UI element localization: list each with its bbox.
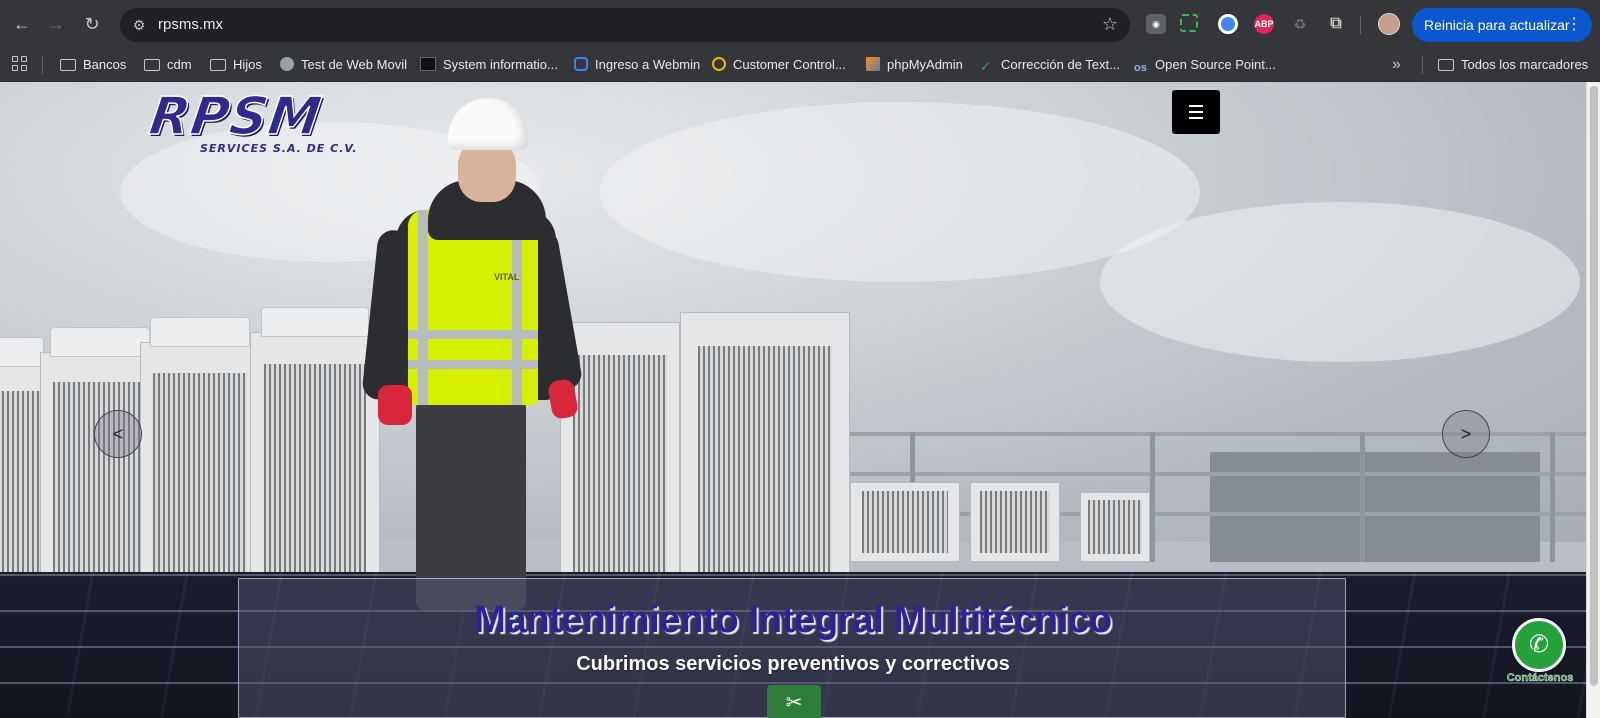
- forward-icon[interactable]: →: [44, 12, 68, 36]
- slider-prev-button[interactable]: <: [94, 410, 142, 458]
- update-button-label: Reinicia para actualizar: [1424, 17, 1570, 33]
- bookmark-label: phpMyAdmin: [887, 57, 963, 72]
- bookmark-open-source-point[interactable]: os Open Source Point...: [1134, 56, 1276, 74]
- update-button[interactable]: Reinicia para actualizar ⋮: [1412, 8, 1592, 42]
- bookmark-system-information[interactable]: System informatio...: [420, 56, 558, 74]
- worker-figure: VITAL: [360, 90, 584, 610]
- bookmark-test-web-movil[interactable]: Test de Web Movil: [280, 56, 407, 74]
- cloud-icon: [712, 57, 726, 71]
- tools-icon-button[interactable]: ✂: [767, 685, 821, 718]
- address-bar[interactable]: ⚙ rpsms.mx ☆: [120, 8, 1130, 42]
- folder-icon: [210, 59, 226, 71]
- checkmark-icon: ✓: [980, 59, 991, 74]
- scrollbar-thumb[interactable]: [1590, 86, 1598, 686]
- bookmarks-divider: [42, 56, 43, 74]
- phpmyadmin-icon: [866, 57, 880, 71]
- bookmark-cdm[interactable]: cdm: [144, 56, 192, 74]
- back-icon[interactable]: ←: [10, 12, 34, 36]
- bookmark-star-icon[interactable]: ☆: [1102, 14, 1118, 35]
- slider-next-button[interactable]: >: [1442, 410, 1490, 458]
- hero-title: Mantenimiento Integral Multitécnico: [474, 599, 1112, 641]
- bookmark-label: Ingreso a Webmin: [595, 57, 701, 72]
- more-bookmarks-icon[interactable]: »: [1392, 56, 1401, 74]
- hero-subtitle: Cubrimos servicios preventivos y correct…: [576, 653, 1010, 675]
- webmin-icon: [574, 57, 588, 71]
- bookmark-phpmyadmin[interactable]: phpMyAdmin: [866, 56, 963, 74]
- screenshot-icon[interactable]: [1180, 14, 1198, 32]
- hamburger-menu-button[interactable]: [1172, 90, 1220, 134]
- bookmark-bancos[interactable]: Bancos: [60, 56, 126, 74]
- extension-blue-icon[interactable]: [1218, 14, 1238, 34]
- page-scrollbar[interactable]: [1586, 82, 1600, 718]
- recycle-icon[interactable]: ♻: [1290, 14, 1310, 34]
- site-info-icon[interactable]: ⚙: [130, 16, 148, 34]
- page-viewport: VITAL RPSM SERVICES S.A. DE C.V. < > Man…: [0, 82, 1586, 718]
- bookmarks-bar: Bancos cdm Hijos Test de Web Movil Syste…: [0, 48, 1600, 82]
- bookmark-label: Corrección de Text...: [1001, 57, 1120, 72]
- bookmark-label: Hijos: [233, 57, 262, 72]
- bookmark-customer-control[interactable]: Customer Control...: [712, 56, 846, 74]
- whatsapp-label: Contáctenos: [1506, 672, 1574, 684]
- site-logo[interactable]: RPSM SERVICES S.A. DE C.V.: [145, 86, 360, 155]
- browser-toolbar: ← → ↻ ⚙ rpsms.mx ☆ ◉ ABP ♻ ⧉ Reinicia pa…: [0, 0, 1600, 48]
- whatsapp-icon: ✆: [1512, 618, 1566, 672]
- rooftop-building: [1210, 452, 1540, 562]
- all-bookmarks-label: Todos los marcadores: [1461, 57, 1589, 72]
- extensions-puzzle-icon[interactable]: ⧉: [1326, 14, 1346, 34]
- ospos-icon: os: [1134, 62, 1147, 74]
- apps-grid-icon[interactable]: [12, 56, 28, 72]
- bookmark-label: cdm: [167, 57, 192, 72]
- hard-hat: [448, 98, 528, 150]
- vest-logo: VITAL: [494, 272, 520, 282]
- logo-main-text: RPSM: [145, 86, 326, 148]
- camera-icon[interactable]: ◉: [1146, 14, 1166, 34]
- folder-icon: [144, 59, 160, 71]
- globe-icon: [280, 57, 294, 71]
- bookmark-label: System informatio...: [443, 57, 558, 72]
- kebab-menu-icon[interactable]: ⋮: [1566, 8, 1582, 42]
- cloud: [600, 102, 1200, 282]
- folder-icon: [60, 59, 76, 71]
- bookmark-label: Customer Control...: [733, 57, 846, 72]
- toolbar-divider: [1360, 16, 1361, 34]
- bookmarks-divider: [1422, 56, 1423, 74]
- folder-icon: [1438, 59, 1454, 71]
- all-bookmarks[interactable]: Todos los marcadores: [1438, 56, 1588, 74]
- whatsapp-contact-button[interactable]: ✆ Contáctenos: [1500, 618, 1580, 688]
- profile-avatar[interactable]: [1378, 13, 1400, 35]
- bookmark-label: Bancos: [83, 57, 127, 72]
- adblock-plus-icon[interactable]: ABP: [1254, 14, 1274, 34]
- url-text[interactable]: rpsms.mx: [158, 16, 223, 33]
- terminal-icon: [420, 57, 436, 71]
- reload-icon[interactable]: ↻: [80, 12, 104, 36]
- bookmark-hijos[interactable]: Hijos: [210, 56, 262, 74]
- bookmark-correccion-texto[interactable]: ✓ Corrección de Text...: [980, 56, 1120, 74]
- bookmark-label: Open Source Point...: [1155, 57, 1276, 72]
- bookmark-label: Test de Web Movil: [301, 57, 407, 72]
- bookmark-webmin[interactable]: Ingreso a Webmin: [574, 56, 700, 74]
- cloud: [1100, 202, 1580, 362]
- hero-caption: Mantenimiento Integral Multitécnico Cubr…: [238, 578, 1346, 718]
